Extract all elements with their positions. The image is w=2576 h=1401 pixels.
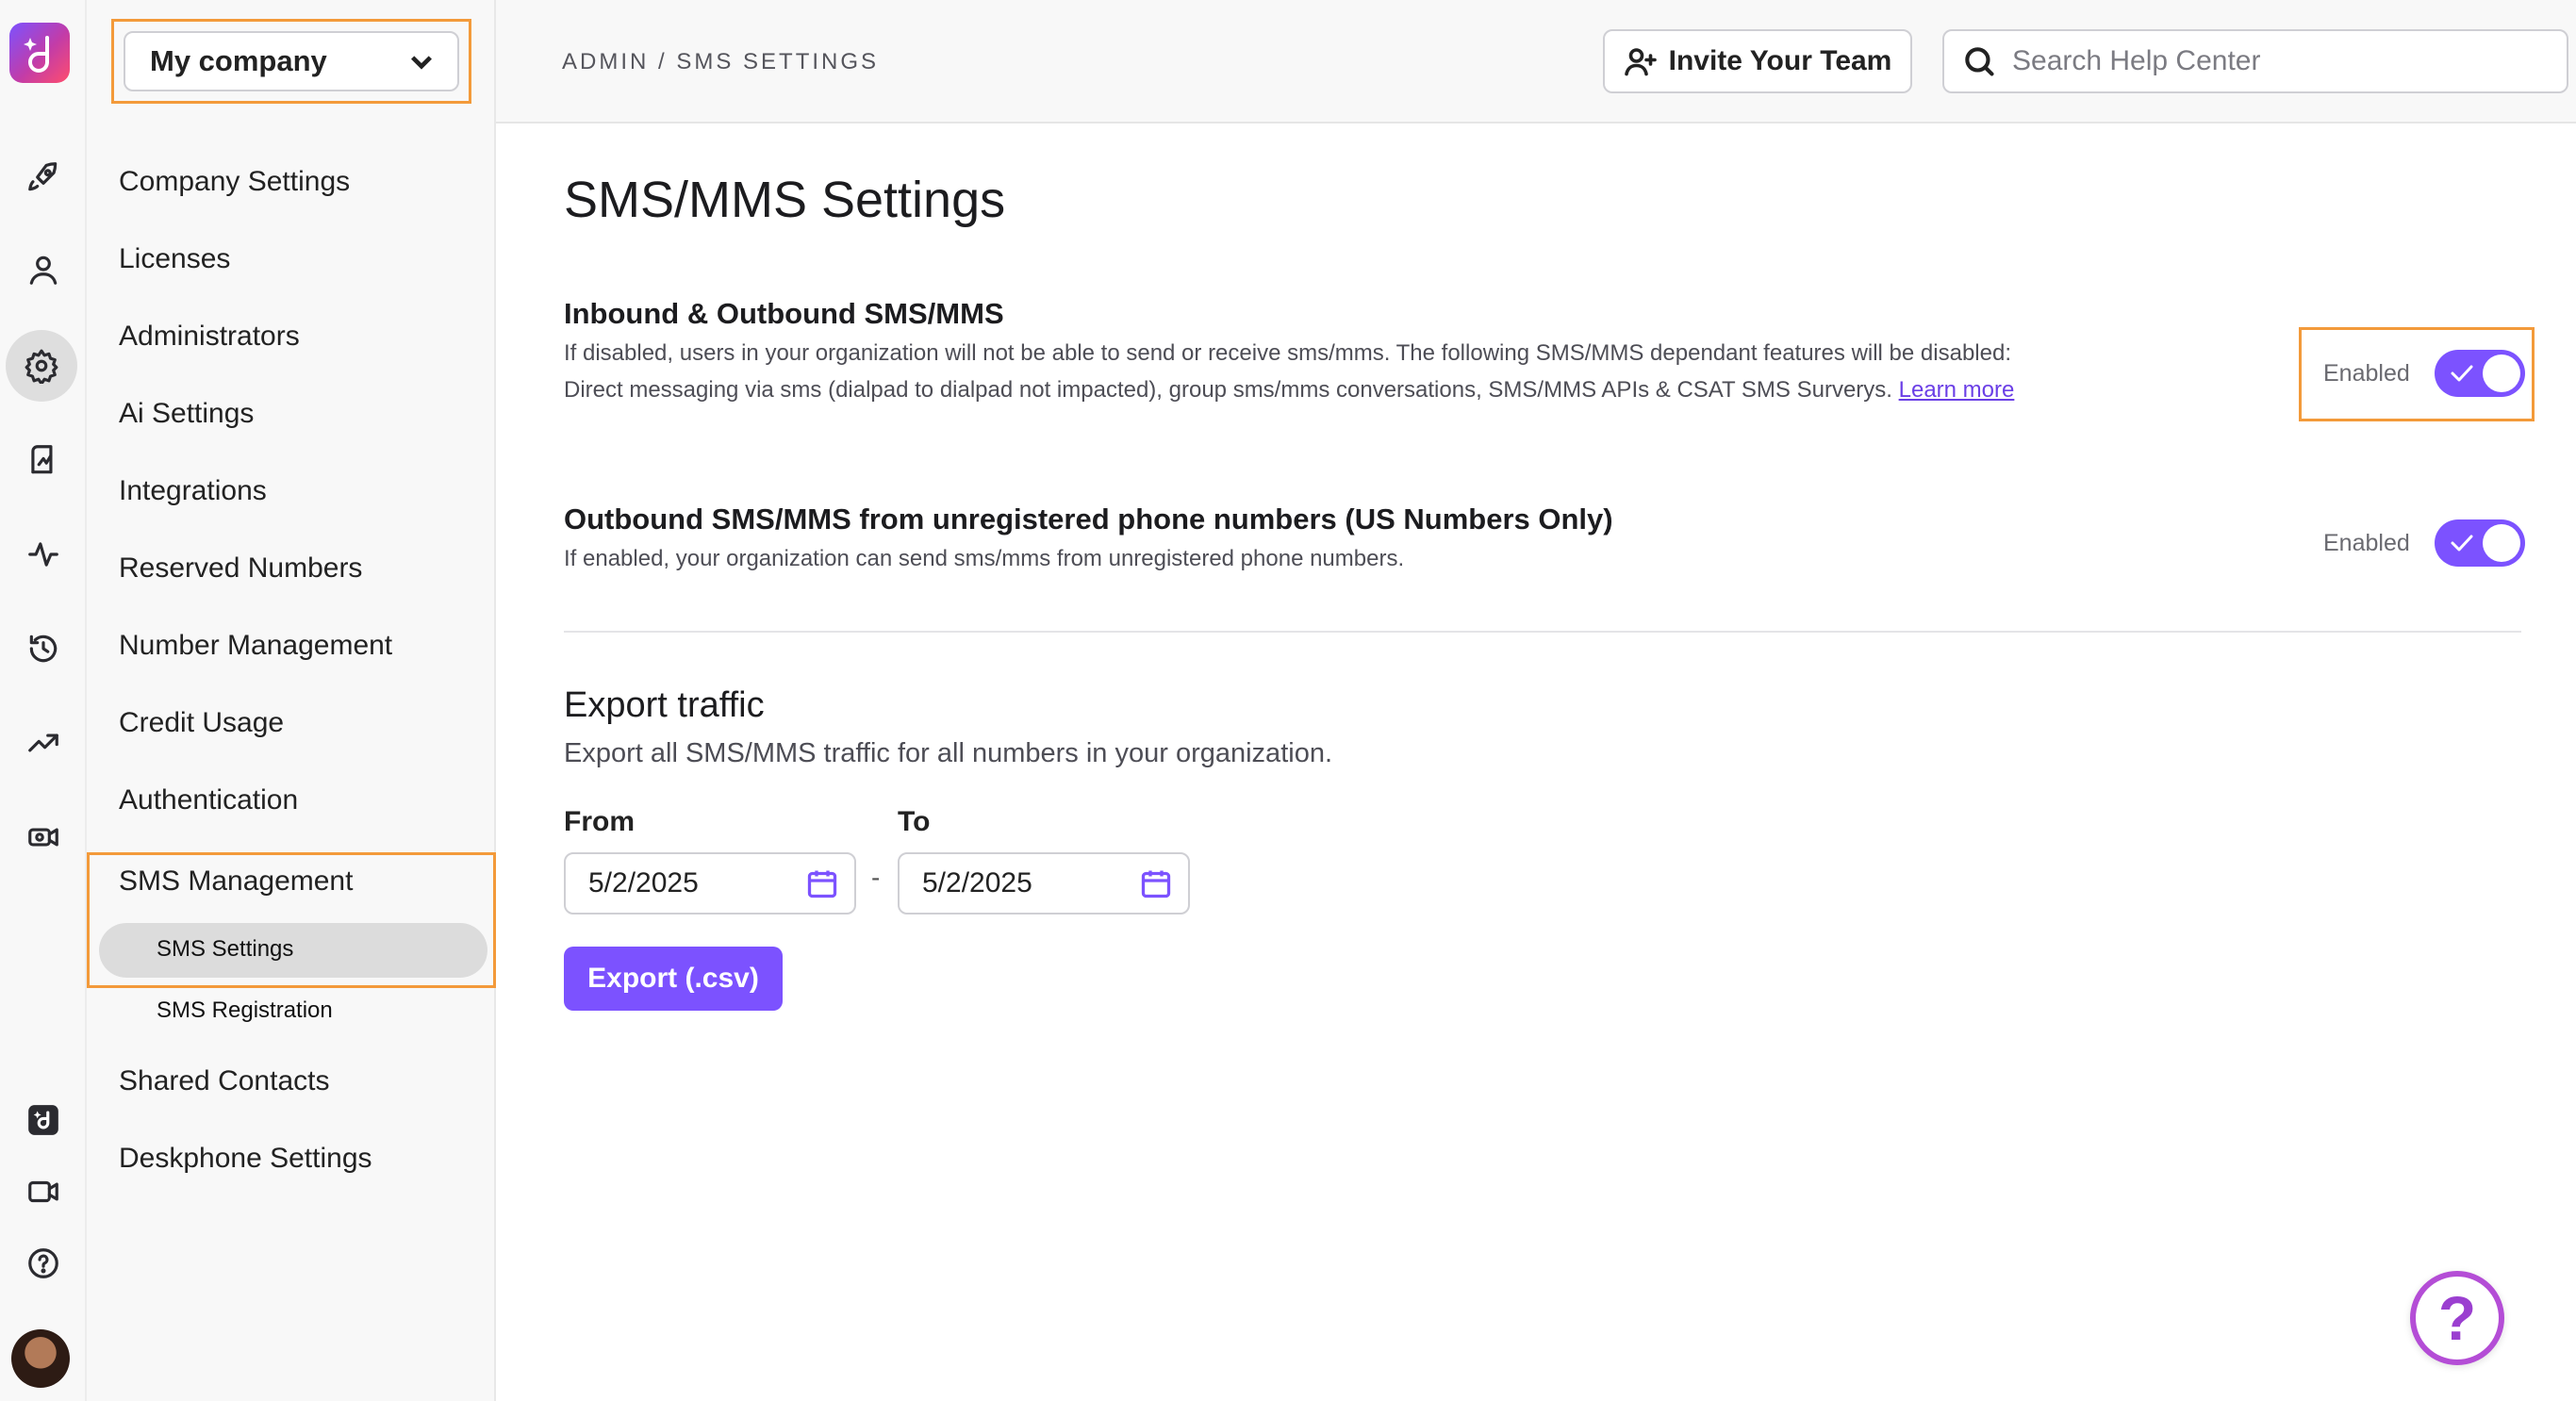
app: My company Company Settings Licenses Adm… — [0, 0, 2576, 1401]
video-settings-icon[interactable] — [17, 811, 70, 864]
sidebar-item-credit-usage[interactable]: Credit Usage — [119, 707, 284, 739]
from-date-input[interactable]: 5/2/2025 — [564, 852, 856, 915]
sidebar-item-deskphone-settings[interactable]: Deskphone Settings — [119, 1143, 372, 1175]
section-divider — [564, 631, 2521, 633]
inbound-outbound-toggle-group: Enabled — [2323, 350, 2525, 397]
company-select-label: My company — [150, 44, 327, 77]
search-box — [1942, 29, 2568, 93]
calendar-icon[interactable] — [805, 866, 839, 900]
company-select[interactable]: My company — [124, 31, 459, 91]
page-title: SMS/MMS Settings — [564, 172, 1006, 228]
setting-title: Inbound & Outbound SMS/MMS — [564, 297, 1004, 330]
search-input[interactable] — [2012, 45, 2559, 77]
unregistered-toggle-group: Enabled — [2323, 519, 2525, 567]
to-label: To — [898, 806, 931, 837]
inbound-outbound-toggle[interactable] — [2434, 350, 2525, 397]
toggle-knob — [2482, 524, 2520, 562]
help-circle-icon[interactable] — [17, 1237, 70, 1290]
icon-rail — [0, 0, 87, 1401]
from-date-value: 5/2/2025 — [588, 867, 699, 898]
sidebar: My company Company Settings Licenses Adm… — [87, 0, 496, 1401]
avatar[interactable] — [11, 1329, 70, 1388]
top-bar: ADMIN / SMS SETTINGS Invite Your Team — [496, 0, 2576, 124]
main-content: SMS/MMS Settings Inbound & Outbound SMS/… — [496, 124, 2576, 1401]
sidebar-item-sms-management[interactable]: SMS Management — [119, 865, 353, 898]
sidebar-item-number-management[interactable]: Number Management — [119, 630, 392, 662]
add-user-icon — [1624, 48, 1657, 76]
export-title: Export traffic — [564, 685, 765, 725]
setting-description-text: If disabled, users in your organization … — [564, 340, 2011, 403]
sidebar-item-licenses[interactable]: Licenses — [119, 243, 230, 275]
check-icon — [2451, 535, 2473, 552]
rocket-icon[interactable] — [17, 151, 70, 204]
sidebar-item-shared-contacts[interactable]: Shared Contacts — [119, 1065, 329, 1097]
dialpad-app-icon[interactable] — [17, 1094, 70, 1146]
analytics-book-icon[interactable] — [17, 434, 70, 486]
toggle-knob — [2482, 354, 2520, 392]
pulse-icon[interactable] — [17, 528, 70, 581]
export-csv-button[interactable]: Export (.csv) — [564, 947, 783, 1011]
check-icon — [2451, 365, 2473, 382]
sidebar-subitem-sms-registration[interactable]: SMS Registration — [157, 997, 333, 1024]
sidebar-subitem-sms-settings-label: SMS Settings — [157, 936, 294, 962]
toggle-status-label: Enabled — [2323, 529, 2410, 556]
setting-title: Outbound SMS/MMS from unregistered phone… — [564, 503, 1613, 536]
export-description: Export all SMS/MMS traffic for all numbe… — [564, 738, 1333, 768]
user-icon[interactable] — [17, 243, 70, 296]
gear-icon[interactable] — [6, 330, 77, 402]
dialpad-logo-icon[interactable] — [9, 23, 70, 83]
unregistered-numbers-toggle[interactable] — [2434, 519, 2525, 567]
setting-unregistered-numbers: Outbound SMS/MMS from unregistered phone… — [564, 503, 2525, 577]
calendar-icon[interactable] — [1139, 866, 1173, 900]
to-date-input[interactable]: 5/2/2025 — [898, 852, 1190, 915]
sidebar-item-authentication[interactable]: Authentication — [119, 784, 298, 816]
setting-inbound-outbound: Inbound & Outbound SMS/MMS If disabled, … — [564, 297, 2525, 408]
search-icon — [1965, 47, 1994, 76]
sidebar-item-integrations[interactable]: Integrations — [119, 475, 267, 507]
learn-more-link[interactable]: Learn more — [1899, 377, 2015, 403]
sidebar-item-company-settings[interactable]: Company Settings — [119, 166, 350, 198]
sidebar-item-ai-settings[interactable]: Ai Settings — [119, 398, 254, 430]
video-camera-icon[interactable] — [17, 1165, 70, 1218]
breadcrumb: ADMIN / SMS SETTINGS — [562, 49, 880, 74]
setting-description: If disabled, users in your organization … — [564, 335, 2016, 408]
sms-management-highlight: SMS Management SMS Settings — [87, 852, 496, 988]
trend-icon[interactable] — [17, 717, 70, 769]
from-label: From — [564, 806, 635, 837]
sidebar-item-reserved-numbers[interactable]: Reserved Numbers — [119, 552, 362, 585]
help-fab-button[interactable]: ? — [2410, 1271, 2504, 1365]
chevron-down-icon — [411, 56, 432, 70]
invite-team-button[interactable]: Invite Your Team — [1603, 29, 1912, 93]
invite-team-label: Invite Your Team — [1668, 45, 1892, 76]
sidebar-item-administrators[interactable]: Administrators — [119, 321, 300, 353]
to-date-value: 5/2/2025 — [922, 867, 1032, 898]
setting-description: If enabled, your organization can send s… — [564, 546, 1405, 571]
date-range-separator: - — [871, 863, 881, 892]
history-icon[interactable] — [17, 622, 70, 675]
toggle-status-label: Enabled — [2323, 359, 2410, 387]
company-select-highlight: My company — [111, 19, 471, 104]
